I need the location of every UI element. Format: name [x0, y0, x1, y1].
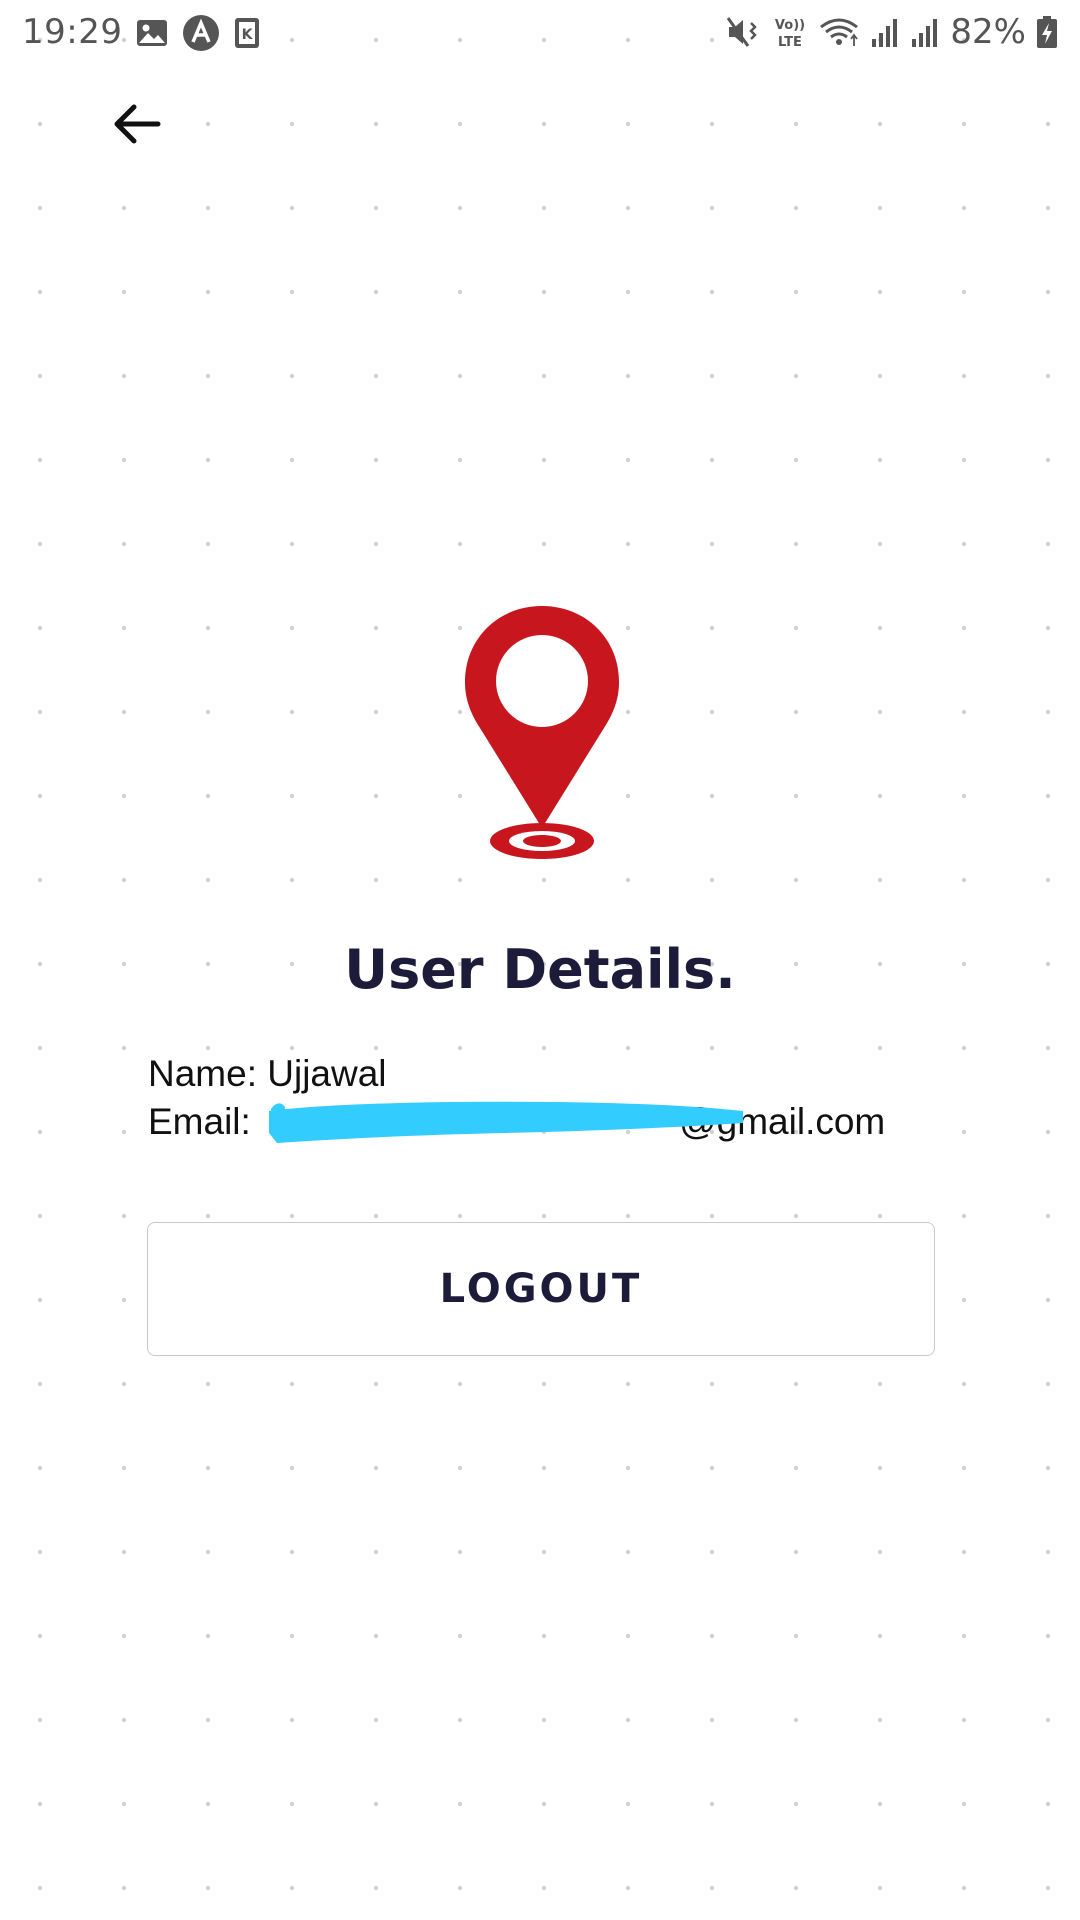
system-icons: Vo)) LTE 82%: [726, 12, 1058, 52]
logout-button[interactable]: LOGOUT: [147, 1222, 935, 1356]
logout-label: LOGOUT: [439, 1266, 643, 1312]
k-app-icon: K: [235, 18, 259, 48]
notification-icons: K: [136, 14, 260, 52]
email-label: Email:: [148, 1101, 251, 1142]
page-title: User Details.: [344, 938, 736, 1001]
back-arrow-icon: [114, 104, 161, 144]
name-value: Ujjawal: [267, 1053, 387, 1094]
battery-charging-icon: [1037, 16, 1057, 48]
status-bar: 19:29 K Vo)) LTE 82%: [0, 0, 1080, 70]
name-label: Name:: [148, 1053, 257, 1094]
svg-text:LTE: LTE: [778, 35, 802, 49]
name-row: Name: Ujjawal: [148, 1050, 885, 1098]
location-pin-icon: [465, 606, 619, 859]
svg-text:K: K: [242, 27, 254, 43]
gallery-icon: [137, 20, 167, 46]
volte-icon: Vo)) LTE: [775, 18, 805, 49]
signal-1-icon: [872, 19, 898, 47]
signal-2-icon: [912, 19, 938, 47]
mute-vibrate-icon: [727, 17, 758, 47]
email-redaction-scribble: [269, 1101, 743, 1143]
status-time: 19:29: [22, 12, 123, 52]
svg-text:Vo)): Vo)): [775, 18, 805, 33]
battery-percent: 82%: [950, 12, 1026, 52]
back-button[interactable]: [108, 94, 168, 154]
a-circle-icon: [183, 15, 219, 51]
wifi-icon: [820, 18, 859, 46]
